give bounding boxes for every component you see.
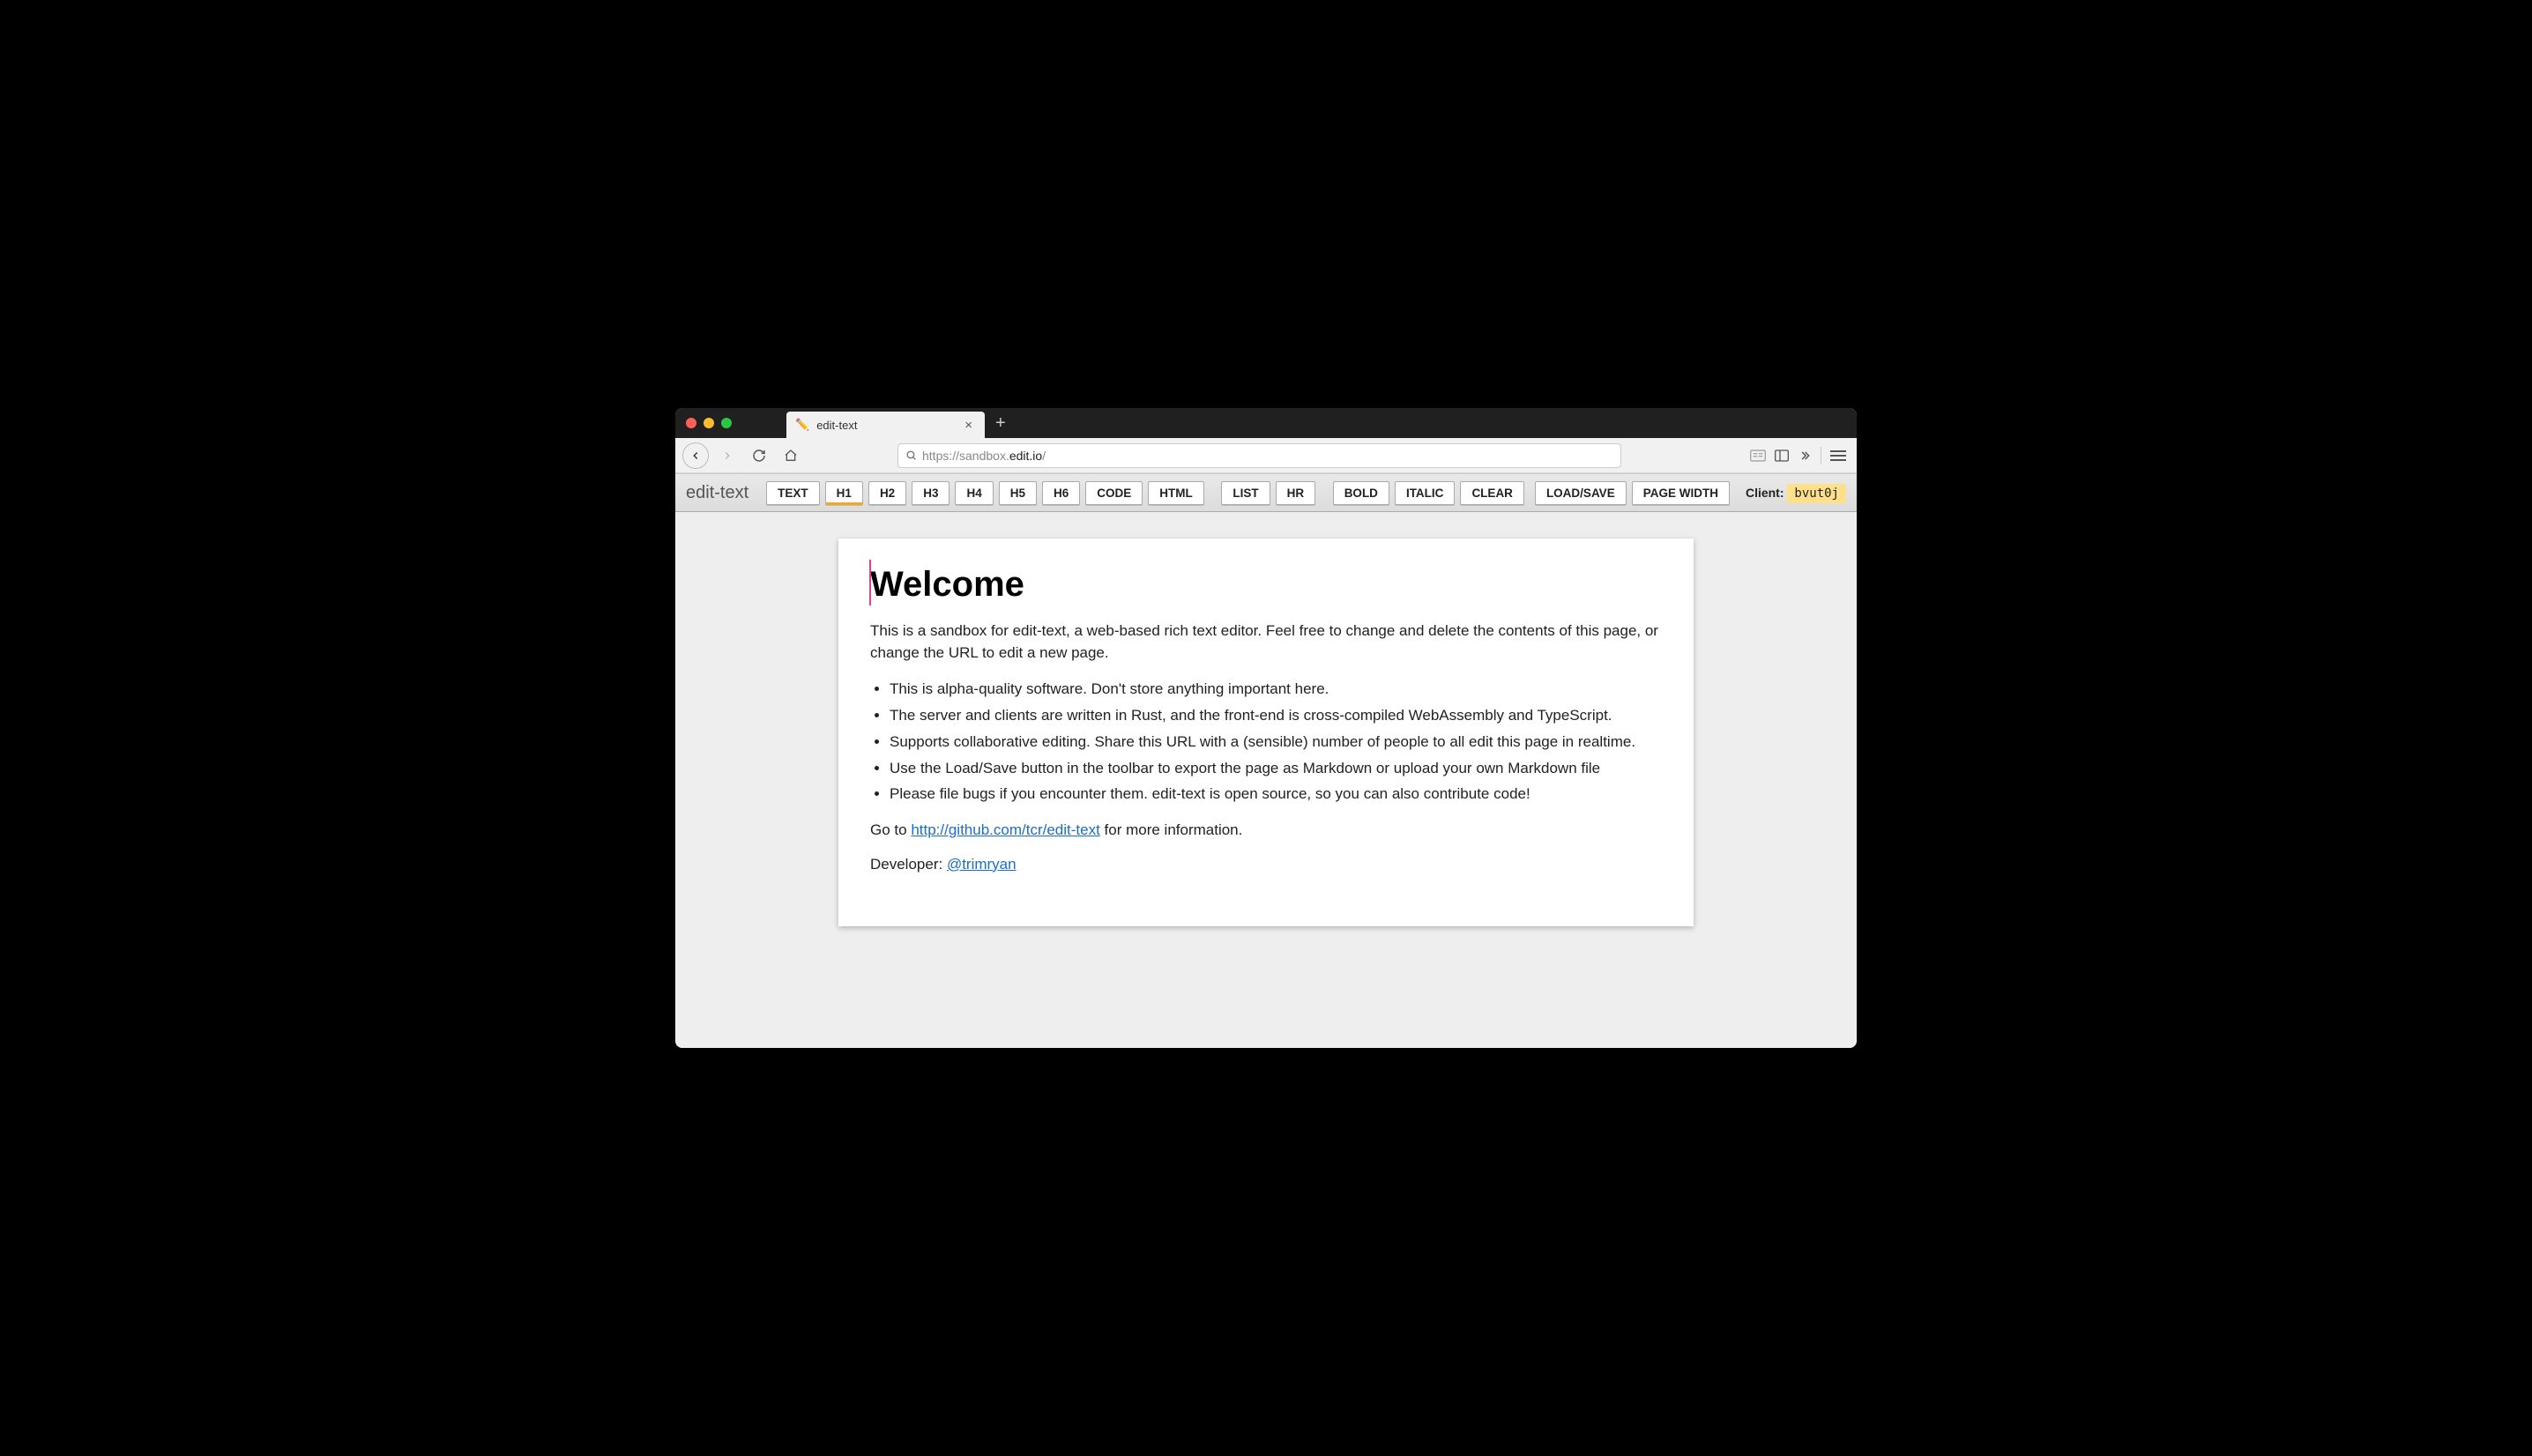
window-controls xyxy=(675,418,742,428)
client-label: Client: xyxy=(1746,486,1787,500)
home-button[interactable] xyxy=(778,442,804,469)
h1-button[interactable]: H1 xyxy=(825,481,863,505)
heading-text: Welcome xyxy=(870,565,1024,604)
h5-button[interactable]: H5 xyxy=(999,481,1037,505)
text: for more information. xyxy=(1100,821,1243,838)
text-cursor xyxy=(869,560,871,605)
browser-tab[interactable]: ✏️ edit-text × xyxy=(786,412,985,438)
list-item[interactable]: This is alpha-quality software. Don't st… xyxy=(890,676,1662,702)
list-item[interactable]: The server and clients are written in Ru… xyxy=(890,702,1662,729)
h2-button[interactable]: H2 xyxy=(868,481,906,505)
toolbar-inline-group: BOLD ITALIC CLEAR xyxy=(1333,481,1524,505)
list-item[interactable]: Supports collaborative editing. Share th… xyxy=(890,729,1662,755)
code-button[interactable]: CODE xyxy=(1085,481,1143,505)
overflow-icon[interactable] xyxy=(1798,449,1812,462)
fullscreen-window-button[interactable] xyxy=(721,418,732,428)
url-bar: https://sandbox.edit.io/ xyxy=(897,443,1621,468)
url-input[interactable]: https://sandbox.edit.io/ xyxy=(897,443,1621,468)
client-id: bvut0j xyxy=(1787,484,1846,503)
h3-button[interactable]: H3 xyxy=(912,481,950,505)
back-button[interactable] xyxy=(682,442,709,469)
document-area[interactable]: Welcome This is a sandbox for edit-text,… xyxy=(675,512,1857,1048)
reader-mode-icon[interactable] xyxy=(1750,449,1766,462)
navbar-right xyxy=(1750,447,1850,464)
url-path: / xyxy=(1042,449,1046,463)
list-item[interactable]: Please file bugs if you encounter them. … xyxy=(890,781,1662,807)
toolbar-block-group: TEXT H1 H2 H3 H4 H5 H6 CODE HTML xyxy=(766,481,1204,505)
load-save-button[interactable]: LOAD/SAVE xyxy=(1535,481,1627,505)
url-text: https://sandbox.edit.io/ xyxy=(922,449,1046,463)
browser-window: ✏️ edit-text × + https://sa xyxy=(675,408,1857,1048)
client-info: Client: bvut0j xyxy=(1746,486,1846,501)
toolbar-list-group: LIST HR xyxy=(1221,481,1315,505)
toolbar-right-group: LOAD/SAVE PAGE WIDTH Client: bvut0j xyxy=(1535,481,1846,505)
paragraph[interactable]: This is a sandbox for edit-text, a web-b… xyxy=(870,620,1662,664)
hr-button[interactable]: HR xyxy=(1276,481,1316,505)
url-prefix: https://sandbox. xyxy=(922,449,1009,463)
text: Go to xyxy=(870,821,911,838)
h6-button[interactable]: H6 xyxy=(1042,481,1080,505)
new-tab-button[interactable]: + xyxy=(985,413,1017,434)
list-item[interactable]: Use the Load/Save button in the toolbar … xyxy=(890,755,1662,782)
minimize-window-button[interactable] xyxy=(704,418,714,428)
close-window-button[interactable] xyxy=(686,418,696,428)
app-toolbar: edit-text TEXT H1 H2 H3 H4 H5 H6 CODE HT… xyxy=(675,473,1857,512)
close-tab-button[interactable]: × xyxy=(961,418,976,433)
text: Developer: xyxy=(870,856,947,873)
paragraph[interactable]: Developer: @trimryan xyxy=(870,854,1662,876)
sidebar-icon[interactable] xyxy=(1775,449,1789,462)
heading-1[interactable]: Welcome xyxy=(870,565,1662,605)
titlebar: ✏️ edit-text × + xyxy=(675,408,1857,438)
forward-button[interactable] xyxy=(714,442,741,469)
list-button[interactable]: LIST xyxy=(1221,481,1270,505)
text-button[interactable]: TEXT xyxy=(766,481,820,505)
html-button[interactable]: HTML xyxy=(1148,481,1204,505)
search-icon xyxy=(905,449,917,461)
menu-button[interactable] xyxy=(1830,450,1846,461)
url-domain: edit.io xyxy=(1009,449,1042,463)
h4-button[interactable]: H4 xyxy=(955,481,993,505)
developer-link[interactable]: @trimryan xyxy=(947,856,1017,873)
clear-button[interactable]: CLEAR xyxy=(1460,481,1524,505)
italic-button[interactable]: ITALIC xyxy=(1395,481,1456,505)
pencil-icon: ✏️ xyxy=(795,418,809,432)
app-name: edit-text xyxy=(686,483,748,503)
tabstrip: ✏️ edit-text × + xyxy=(786,408,1017,438)
repo-link[interactable]: http://github.com/tcr/edit-text xyxy=(911,821,1099,838)
document-page[interactable]: Welcome This is a sandbox for edit-text,… xyxy=(838,539,1694,926)
navbar: https://sandbox.edit.io/ xyxy=(675,438,1857,473)
reload-button[interactable] xyxy=(746,442,772,469)
tab-title: edit-text xyxy=(816,419,954,432)
paragraph[interactable]: Go to http://github.com/tcr/edit-text fo… xyxy=(870,820,1662,842)
page-width-button[interactable]: PAGE WIDTH xyxy=(1632,481,1730,505)
bullet-list[interactable]: This is alpha-quality software. Don't st… xyxy=(890,676,1662,807)
bold-button[interactable]: BOLD xyxy=(1333,481,1389,505)
